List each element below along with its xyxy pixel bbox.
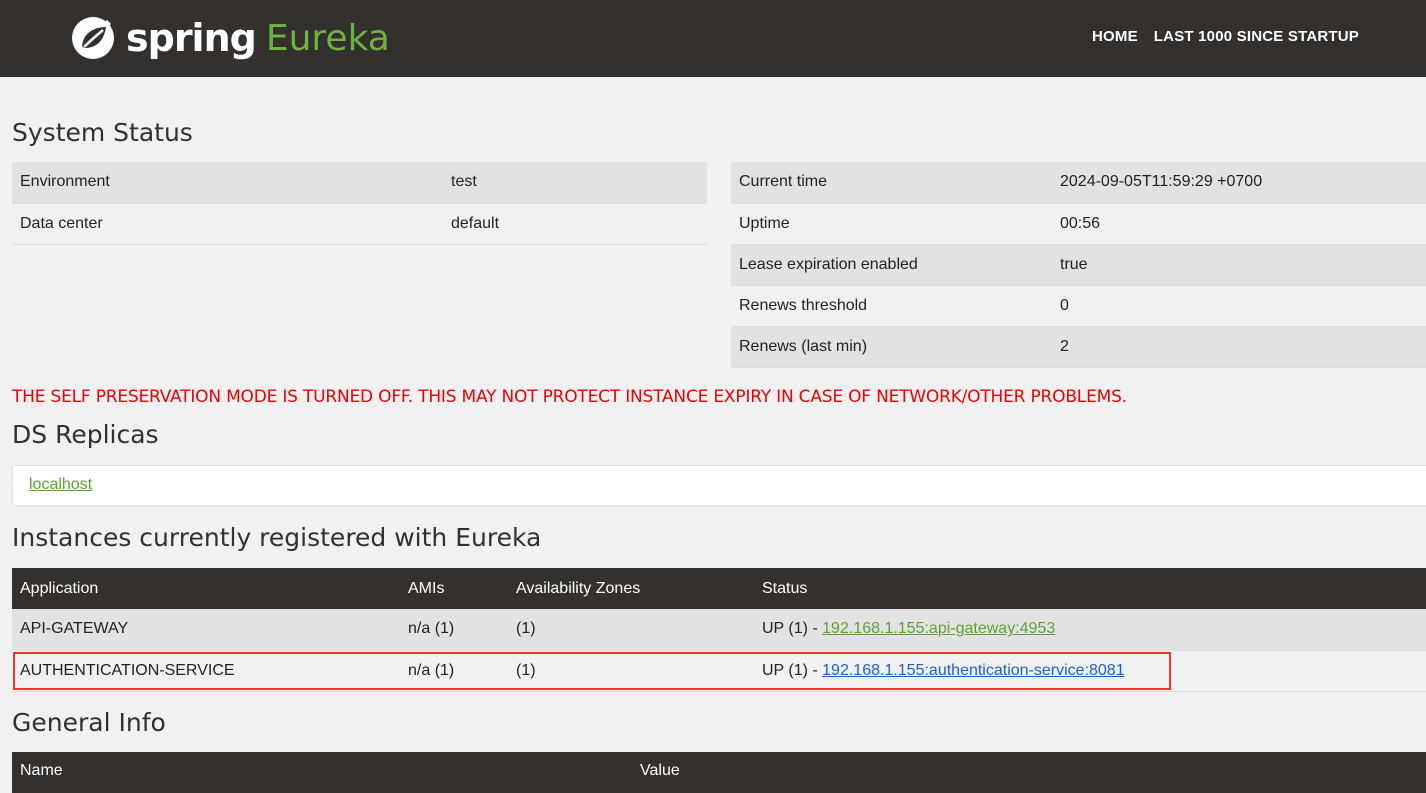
ds-replicas-list: localhost <box>12 465 1426 506</box>
brand-logo-link[interactable]: spring Eureka <box>70 14 390 62</box>
cell-zones: (1) <box>508 650 754 692</box>
replica-link-localhost[interactable]: localhost <box>29 476 92 494</box>
status-value: 2024-09-05T11:59:29 +0700 <box>1052 162 1426 204</box>
table-row: Environment test <box>12 162 707 204</box>
nav-home-link[interactable]: HOME <box>1092 28 1138 45</box>
status-value: test <box>443 162 707 204</box>
ds-replicas-title: DS Replicas <box>12 420 159 449</box>
table-row: Lease expiration enabled true <box>731 244 1426 286</box>
table-row: Uptime 00:56 <box>731 203 1426 245</box>
column-header-application: Application <box>12 568 400 609</box>
cell-zones: (1) <box>508 609 754 651</box>
instance-link[interactable]: 192.168.1.155:authentication-service:808… <box>822 662 1124 679</box>
table-row: Current time 2024-09-05T11:59:29 +0700 <box>731 162 1426 204</box>
status-value: 0 <box>1052 285 1426 327</box>
system-status-left-table: Environment test Data center default <box>12 162 707 245</box>
instances-table: Application AMIs Availability Zones Stat… <box>12 568 1426 692</box>
instances-title: Instances currently registered with Eure… <box>12 523 542 552</box>
column-header-amis: AMIs <box>400 568 508 609</box>
table-row: Data center default <box>12 203 707 245</box>
table-row: Renews (last min) 2 <box>731 326 1426 368</box>
status-label: Data center <box>12 203 443 245</box>
status-label: Renews threshold <box>731 285 1052 327</box>
nav-last-1000-link[interactable]: LAST 1000 SINCE STARTUP <box>1154 28 1359 45</box>
cell-application: AUTHENTICATION-SERVICE <box>12 650 400 692</box>
table-row: API-GATEWAY n/a (1) (1) UP (1) - 192.168… <box>12 609 1426 651</box>
instance-link[interactable]: 192.168.1.155:api-gateway:4953 <box>822 620 1055 637</box>
column-header-name: Name <box>12 752 632 793</box>
status-value: true <box>1052 244 1426 286</box>
status-label: Environment <box>12 162 443 204</box>
cell-amis: n/a (1) <box>400 609 508 651</box>
nav-links: HOME LAST 1000 SINCE STARTUP <box>1092 28 1359 45</box>
column-header-zones: Availability Zones <box>508 568 754 609</box>
cell-application: API-GATEWAY <box>12 609 400 651</box>
status-value: 00:56 <box>1052 203 1426 245</box>
cell-status: UP (1) - 192.168.1.155:authentication-se… <box>754 650 1426 692</box>
table-header-row: Name Value <box>12 752 1426 793</box>
self-preservation-warning: THE SELF PRESERVATION MODE IS TURNED OFF… <box>12 387 1127 407</box>
status-prefix: UP (1) - <box>762 620 823 638</box>
status-label: Lease expiration enabled <box>731 244 1052 286</box>
system-status-right-table: Current time 2024-09-05T11:59:29 +0700 U… <box>731 162 1426 368</box>
cell-amis: n/a (1) <box>400 650 508 692</box>
table-header-row: Application AMIs Availability Zones Stat… <box>12 568 1426 609</box>
status-value: default <box>443 203 707 245</box>
column-header-status: Status <box>754 568 1426 609</box>
status-label: Current time <box>731 162 1052 204</box>
brand-spring-text: spring <box>126 16 257 60</box>
table-row: AUTHENTICATION-SERVICE n/a (1) (1) UP (1… <box>12 650 1426 692</box>
table-row: Renews threshold 0 <box>731 285 1426 327</box>
spring-leaf-icon <box>72 17 114 59</box>
status-prefix: UP (1) - <box>762 661 823 679</box>
column-header-value: Value <box>632 752 1426 793</box>
cell-status: UP (1) - 192.168.1.155:api-gateway:4953 <box>754 609 1426 651</box>
general-info-title: General Info <box>12 708 166 737</box>
status-label: Uptime <box>731 203 1052 245</box>
status-value: 2 <box>1052 326 1426 368</box>
status-label: Renews (last min) <box>731 326 1052 368</box>
general-info-table: Name Value <box>12 752 1426 793</box>
navbar: spring Eureka HOME LAST 1000 SINCE START… <box>0 0 1426 77</box>
system-status-title: System Status <box>12 118 193 147</box>
brand-eureka-text: Eureka <box>265 17 390 59</box>
